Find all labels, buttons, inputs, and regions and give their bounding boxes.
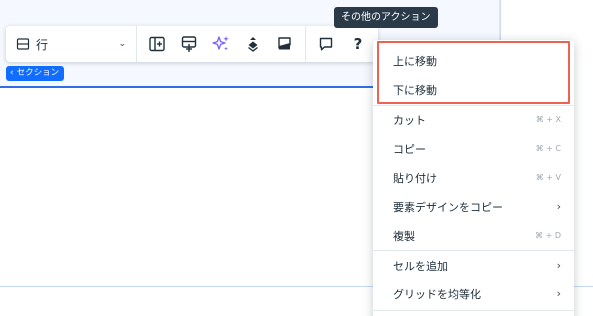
editor-canvas: ‹ セクション 行 ⌄ ? その他のアクション 上に移動 下に移動 カット ⌘ … (0, 0, 593, 316)
menu-item-copy-design[interactable]: 要素デザインをコピー › (373, 192, 574, 221)
element-type-label: 行 (36, 37, 49, 52)
arrange-button[interactable] (237, 26, 269, 62)
comment-button[interactable] (310, 26, 342, 62)
menu-divider (373, 310, 574, 311)
menu-item-label: グリッドを均等化 (393, 287, 481, 301)
menu-item-label: カット (393, 113, 426, 127)
help-icon: ? (353, 35, 363, 53)
chevron-left-icon: ‹ (10, 68, 14, 78)
add-row-icon (181, 36, 197, 52)
menu-item-label: セルを追加 (393, 259, 448, 273)
menu-item-label: 貼り付け (393, 171, 437, 185)
menu-item-copy[interactable]: コピー ⌘ + C (373, 134, 574, 163)
menu-item-label: コピー (393, 142, 426, 156)
chevron-right-icon: › (556, 259, 561, 272)
toolbar-group-layout (137, 26, 306, 62)
toolbar-group-help: ? (306, 26, 378, 62)
shortcut-label: ⌘ + V (535, 173, 561, 182)
ai-sparkle-icon (212, 36, 229, 51)
shortcut-label: ⌘ + X (535, 115, 561, 124)
more-actions-tooltip: その他のアクション (334, 7, 438, 28)
menu-item-paste[interactable]: 貼り付け ⌘ + V (373, 163, 574, 192)
menu-item-equalize-grid[interactable]: グリッドを均等化 › (373, 279, 574, 308)
help-button[interactable]: ? (342, 26, 374, 62)
shortcut-label: ⌘ + C (535, 144, 561, 153)
shortcut-label: ⌘ + D (535, 231, 561, 240)
row-icon (16, 37, 30, 51)
menu-item-add-cell[interactable]: セルを追加 › (373, 251, 574, 280)
element-type-dropdown[interactable]: 行 ⌄ (6, 26, 137, 62)
layers-arrange-icon (248, 37, 258, 52)
menu-item-label: 要素デザインをコピー (393, 200, 503, 214)
chevron-right-icon: › (556, 287, 561, 300)
menu-item-duplicate[interactable]: 複製 ⌘ + D (373, 221, 574, 250)
annotation-highlight-box (377, 41, 570, 104)
add-column-button[interactable] (141, 26, 173, 62)
background-icon (278, 37, 291, 50)
ai-tools-button[interactable] (205, 26, 237, 62)
section-tag-label: セクション (16, 68, 60, 78)
comment-icon (319, 37, 333, 51)
add-row-button[interactable] (173, 26, 205, 62)
add-column-icon (149, 36, 165, 52)
menu-item-label: 複製 (393, 229, 415, 243)
chevron-right-icon: › (556, 200, 561, 213)
element-toolbar: 行 ⌄ ? (6, 26, 378, 62)
background-button[interactable] (269, 26, 301, 62)
chevron-down-icon: ⌄ (118, 39, 126, 49)
menu-item-cut[interactable]: カット ⌘ + X (373, 105, 574, 134)
section-tag[interactable]: ‹ セクション (6, 66, 65, 81)
